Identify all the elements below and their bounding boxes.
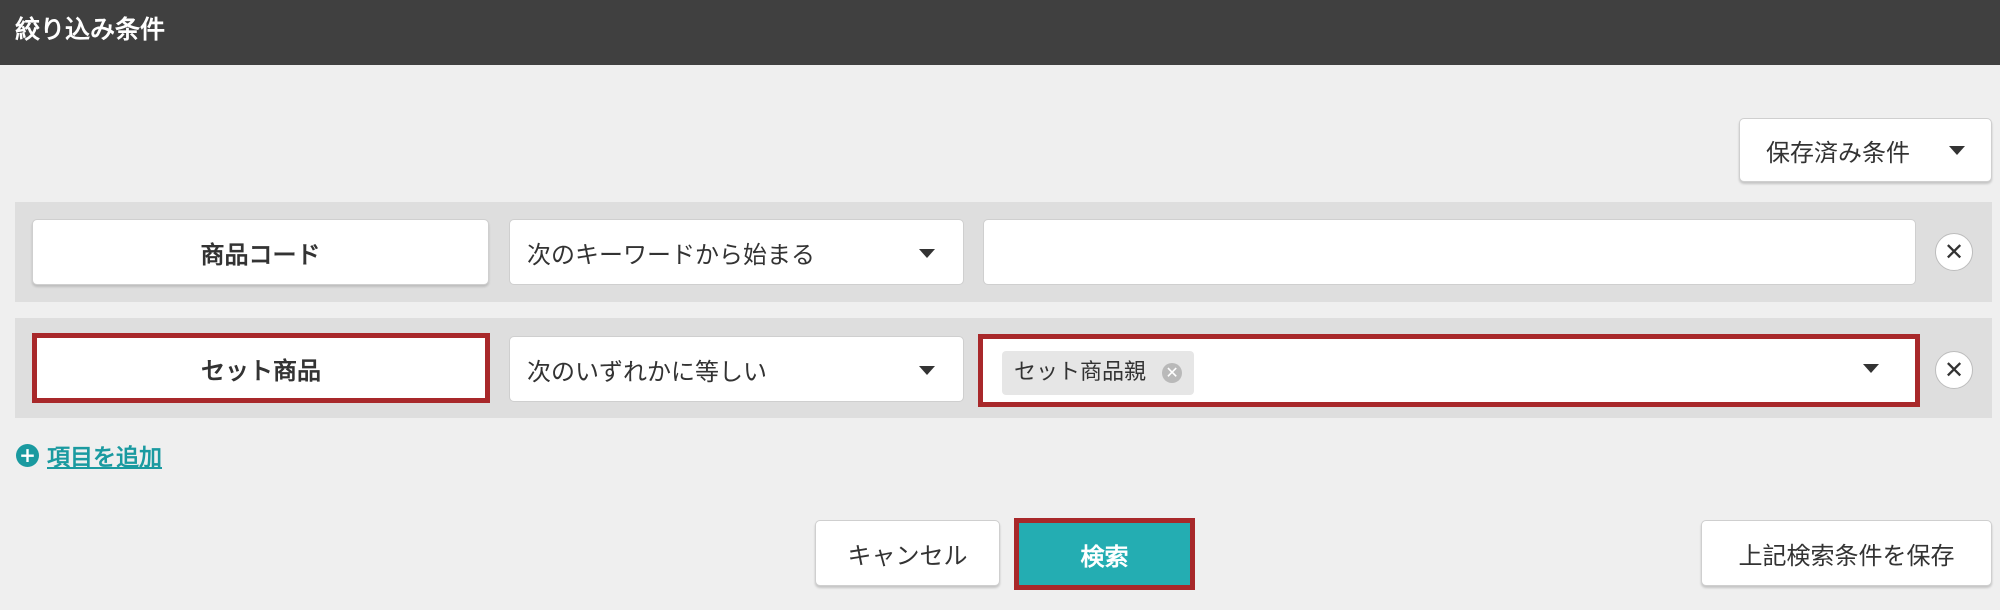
save-conditions-button[interactable]: 上記検索条件を保存 <box>1701 520 1992 586</box>
tag-label: セット商品親 <box>1014 360 1147 385</box>
cancel-button[interactable]: キャンセル <box>815 520 1000 586</box>
operator-label: 次のいずれかに等しい <box>527 357 767 386</box>
close-icon: ✕ <box>1943 238 1965 266</box>
field-name-button[interactable]: 商品コード <box>32 219 489 285</box>
plus-circle-icon: + <box>16 443 39 467</box>
field-name-button[interactable]: セット商品 <box>32 333 490 403</box>
chevron-down-icon <box>919 249 935 258</box>
selected-value-tag: セット商品親 ✕ <box>1002 351 1195 395</box>
save-conditions-label: 上記検索条件を保存 <box>1738 541 1955 570</box>
operator-label: 次のキーワードから始まる <box>527 240 815 269</box>
add-item-label: 項目を追加 <box>47 445 162 471</box>
chevron-down-icon <box>1863 364 1879 373</box>
filter-panel: 絞り込み条件 保存済み条件 商品コード 次のキーワードから始まる ✕ セット商品… <box>0 0 2000 610</box>
search-button[interactable]: 検索 <box>1014 518 1195 590</box>
keyword-input[interactable] <box>983 219 1916 285</box>
panel-title: 絞り込み条件 <box>0 0 2000 65</box>
add-item-link[interactable]: + 項目を追加 <box>16 440 162 471</box>
field-name-label: 商品コード <box>200 240 321 269</box>
remove-condition-button[interactable]: ✕ <box>1935 351 1973 389</box>
chevron-down-icon <box>1949 146 1965 155</box>
operator-select[interactable]: 次のいずれかに等しい <box>509 336 964 402</box>
chevron-down-icon <box>919 366 935 375</box>
cancel-label: キャンセル <box>847 541 968 570</box>
field-name-label: セット商品 <box>201 356 321 385</box>
operator-select[interactable]: 次のキーワードから始まる <box>509 219 964 285</box>
close-circle-icon[interactable]: ✕ <box>1162 363 1183 383</box>
search-label: 検索 <box>1080 542 1129 571</box>
remove-condition-button[interactable]: ✕ <box>1935 233 1973 271</box>
value-multi-select[interactable]: セット商品親 ✕ <box>978 334 1920 407</box>
saved-conditions-label: 保存済み条件 <box>1766 138 1910 167</box>
close-icon: ✕ <box>1943 356 1965 384</box>
saved-conditions-dropdown[interactable]: 保存済み条件 <box>1739 118 1992 182</box>
